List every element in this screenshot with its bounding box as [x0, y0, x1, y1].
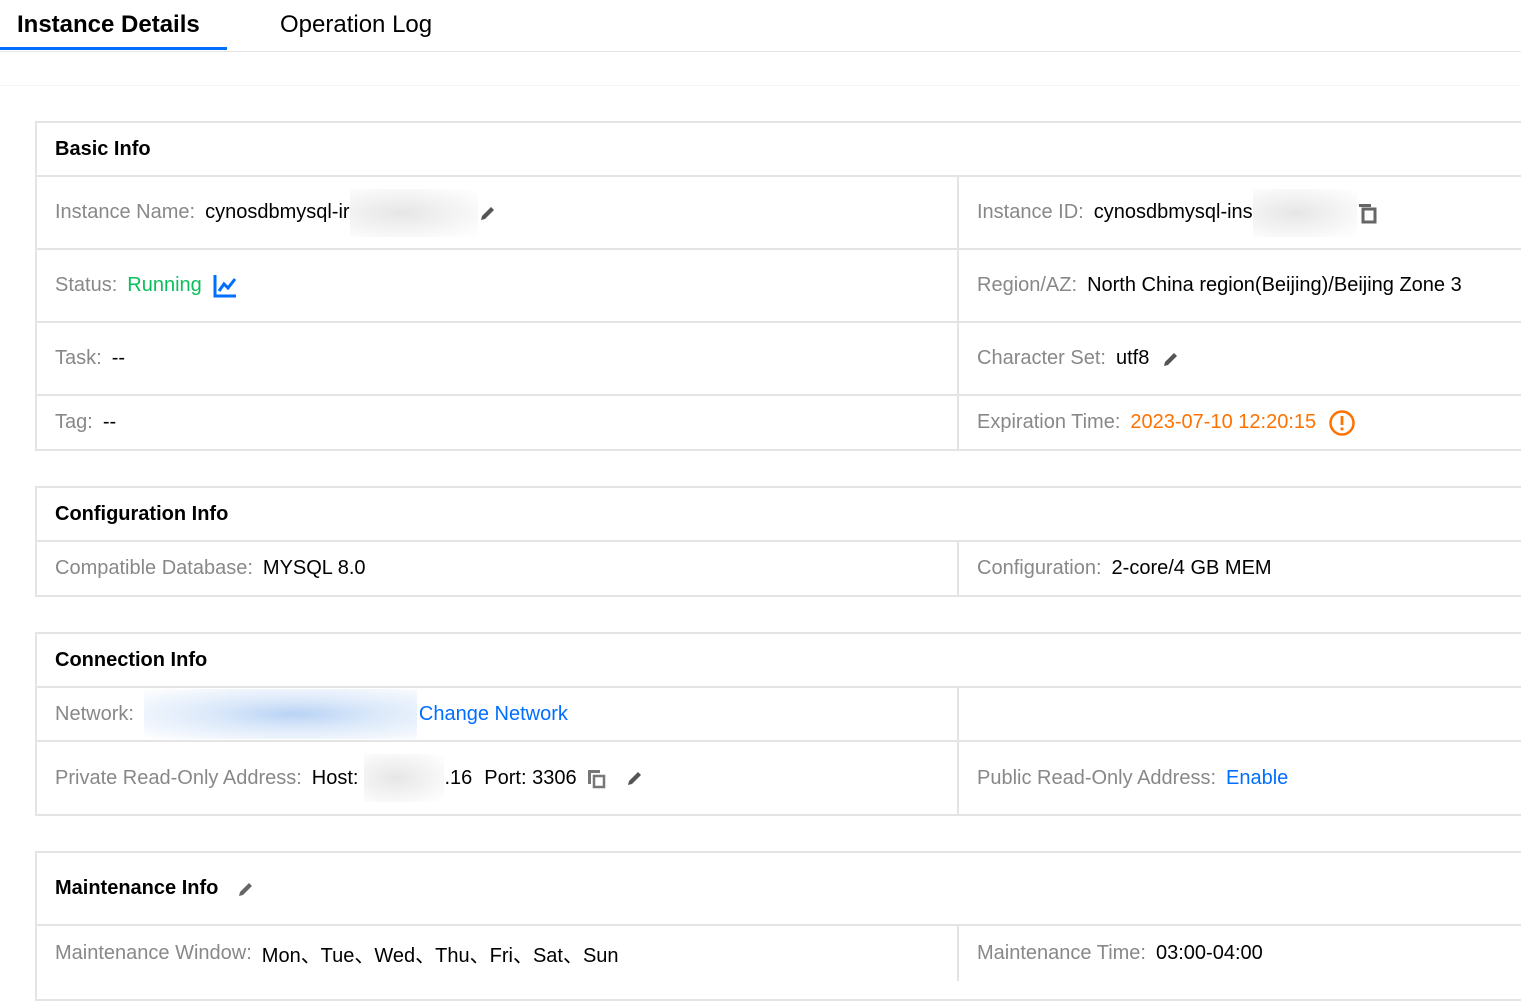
table-row: Task : -- Character Set : utf8 [37, 323, 1521, 396]
pencil-icon[interactable] [236, 879, 256, 899]
tab-bar: Instance Details Operation Log [0, 0, 1521, 52]
separator: : [111, 274, 118, 296]
compatible-db-cell: Compatible Database : MYSQL 8.0 [37, 542, 959, 595]
line-chart-icon[interactable] [212, 273, 238, 299]
region-value: North China region(Beijing)/Beijing Zone… [1087, 274, 1462, 296]
pencil-icon[interactable] [478, 203, 498, 223]
public-ro-cell: Public Read-Only Address : Enable [959, 742, 1521, 814]
connection-info-section: Connection Info Network : Change Network… [35, 632, 1521, 816]
task-value: -- [111, 347, 126, 369]
separator: : [96, 347, 102, 369]
expiration-value: 2023-07-10 12:20:15 [1130, 411, 1317, 433]
active-tab-indicator [0, 47, 227, 50]
charset-cell: Character Set : utf8 [959, 323, 1521, 394]
maintenance-time-label: Maintenance Time [977, 942, 1141, 964]
instance-name-value: cynosdbmysql-ir [205, 201, 350, 223]
maintenance-info-section: Maintenance Info Maintenance Window : Mo… [35, 851, 1521, 1001]
separator: : [87, 411, 93, 433]
network-label: Network [55, 702, 129, 725]
task-label: Task [55, 347, 97, 369]
enable-public-link[interactable]: Enable [1226, 767, 1288, 790]
port-value: Port: 3306 [484, 766, 577, 789]
table-row: Compatible Database : MYSQL 8.0 Configur… [37, 542, 1521, 595]
charset-value: utf8 [1115, 347, 1150, 369]
separator: : [1078, 201, 1084, 223]
basic-info-section: Basic Info Instance Name : cynosdbmysql-… [35, 121, 1521, 451]
table-row: Status : Running Region/AZ : North China… [37, 250, 1521, 323]
separator: : [247, 557, 253, 579]
divider [0, 85, 1521, 86]
table-row: Private Read-Only Address : Host: .16 Po… [37, 742, 1521, 814]
tag-label: Tag [55, 411, 88, 433]
tag-cell: Tag : -- [37, 396, 959, 449]
separator: : [1100, 347, 1106, 369]
section-header: Maintenance Info [37, 853, 1521, 926]
separator: : [1114, 411, 1121, 433]
redacted-blur [1252, 188, 1357, 237]
table-row: Tag : -- Expiration Time : 2023-07-10 12… [37, 396, 1521, 449]
maintenance-time-value: 03:00-04:00 [1155, 942, 1263, 964]
instance-id-value: cynosdbmysql-ins [1093, 201, 1253, 223]
status-cell: Status : Running [37, 250, 959, 321]
exclamation-circle-icon[interactable] [1328, 409, 1356, 437]
instance-id-cell: Instance ID : cynosdbmysql-ins [959, 177, 1521, 248]
compatible-db-label: Compatible Database [55, 557, 248, 579]
charset-label: Character Set [977, 347, 1101, 369]
separator: : [296, 766, 302, 789]
separator: : [1095, 557, 1102, 579]
tab-operation-log[interactable]: Operation Log [280, 0, 432, 52]
section-title: Maintenance Info [55, 877, 219, 899]
network-cell: Network : Change Network [37, 688, 959, 740]
instance-name-label: Instance Name [55, 201, 190, 223]
redacted-blur [143, 689, 417, 739]
table-row: Network : Change Network [37, 688, 1521, 742]
configuration-cell: Configuration : 2-core/4 GB MEM [959, 542, 1521, 595]
separator: : [189, 201, 196, 223]
separator: : [128, 702, 134, 725]
table-row: Instance Name : cynosdbmysql-ir Instance… [37, 177, 1521, 250]
maintenance-window-value: Mon、Tue、Wed、Thu、Fri、Sat、Sun [261, 945, 619, 967]
instance-name-cell: Instance Name : cynosdbmysql-ir [37, 177, 959, 248]
table-row: Maintenance Window : Mon、Tue、Wed、Thu、Fri… [37, 926, 1521, 981]
redacted-blur [349, 188, 478, 237]
copy-icon[interactable] [585, 767, 607, 789]
region-label: Region/AZ [977, 274, 1072, 296]
maintenance-time-cell: Maintenance Time : 03:00-04:00 [959, 926, 1521, 981]
instance-id-label: Instance ID [977, 201, 1079, 223]
configuration-label: Configuration [977, 557, 1096, 579]
section-title: Connection Info [37, 634, 1521, 688]
separator: : [1071, 274, 1078, 296]
separator: : [246, 942, 252, 964]
separator: : [1210, 766, 1217, 789]
private-ro-cell: Private Read-Only Address : Host: .16 Po… [37, 742, 959, 814]
section-title: Configuration Info [37, 488, 1521, 542]
tag-value: -- [102, 411, 117, 433]
maintenance-window-label: Maintenance Window [55, 942, 247, 964]
status-label: Status [55, 274, 112, 296]
status-value: Running [127, 274, 202, 296]
private-ro-label: Private Read-Only Address [55, 766, 297, 789]
public-ro-label: Public Read-Only Address [977, 766, 1211, 789]
expiration-cell: Expiration Time : 2023-07-10 12:20:15 [959, 396, 1521, 449]
host-suffix: .16 [444, 766, 473, 789]
task-cell: Task : -- [37, 323, 959, 394]
configuration-value: 2-core/4 GB MEM [1111, 557, 1272, 579]
region-cell: Region/AZ : North China region(Beijing)/… [959, 250, 1521, 321]
maintenance-window-cell: Maintenance Window : Mon、Tue、Wed、Thu、Fri… [37, 926, 959, 981]
pencil-icon[interactable] [625, 768, 645, 788]
copy-icon[interactable] [1357, 202, 1377, 224]
empty-cell [959, 688, 1521, 740]
redacted-blur [364, 754, 445, 802]
change-network-link[interactable]: Change Network [419, 703, 568, 726]
separator: : [1140, 942, 1146, 964]
compatible-db-value: MYSQL 8.0 [262, 557, 366, 579]
pencil-icon[interactable] [1161, 349, 1181, 369]
configuration-info-section: Configuration Info Compatible Database :… [35, 486, 1521, 597]
section-title: Basic Info [37, 123, 1521, 177]
expiration-label: Expiration Time [977, 411, 1115, 433]
host-label: Host: [311, 766, 359, 789]
tab-instance-details[interactable]: Instance Details [17, 0, 200, 52]
